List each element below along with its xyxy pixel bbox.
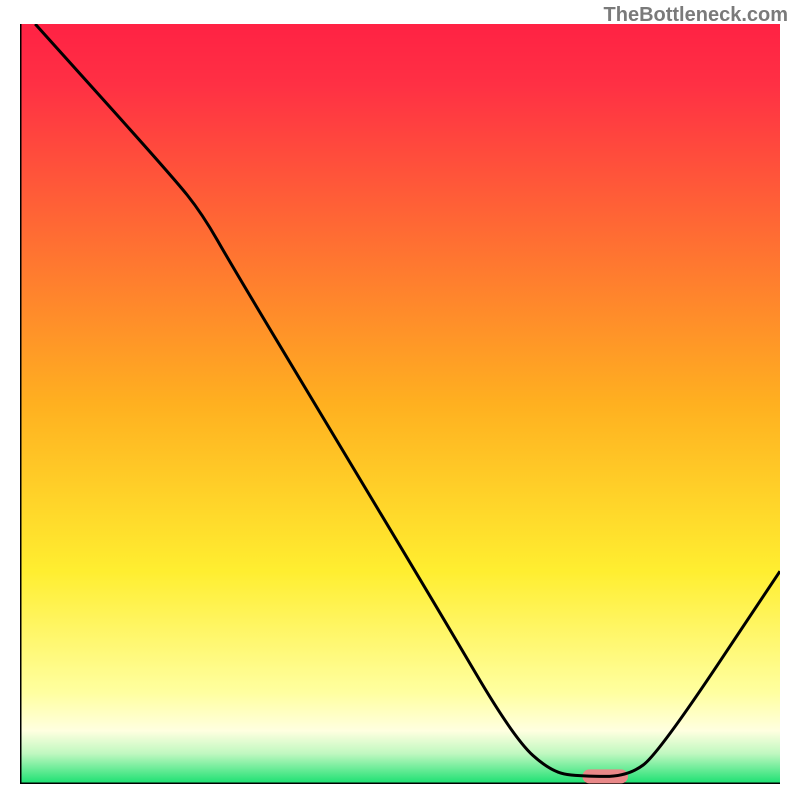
watermark-text: TheBottleneck.com: [604, 4, 788, 27]
chart-svg: [20, 24, 780, 784]
chart-background: [20, 24, 780, 784]
chart-container: TheBottleneck.com: [0, 0, 800, 800]
plot-area: [20, 24, 780, 784]
